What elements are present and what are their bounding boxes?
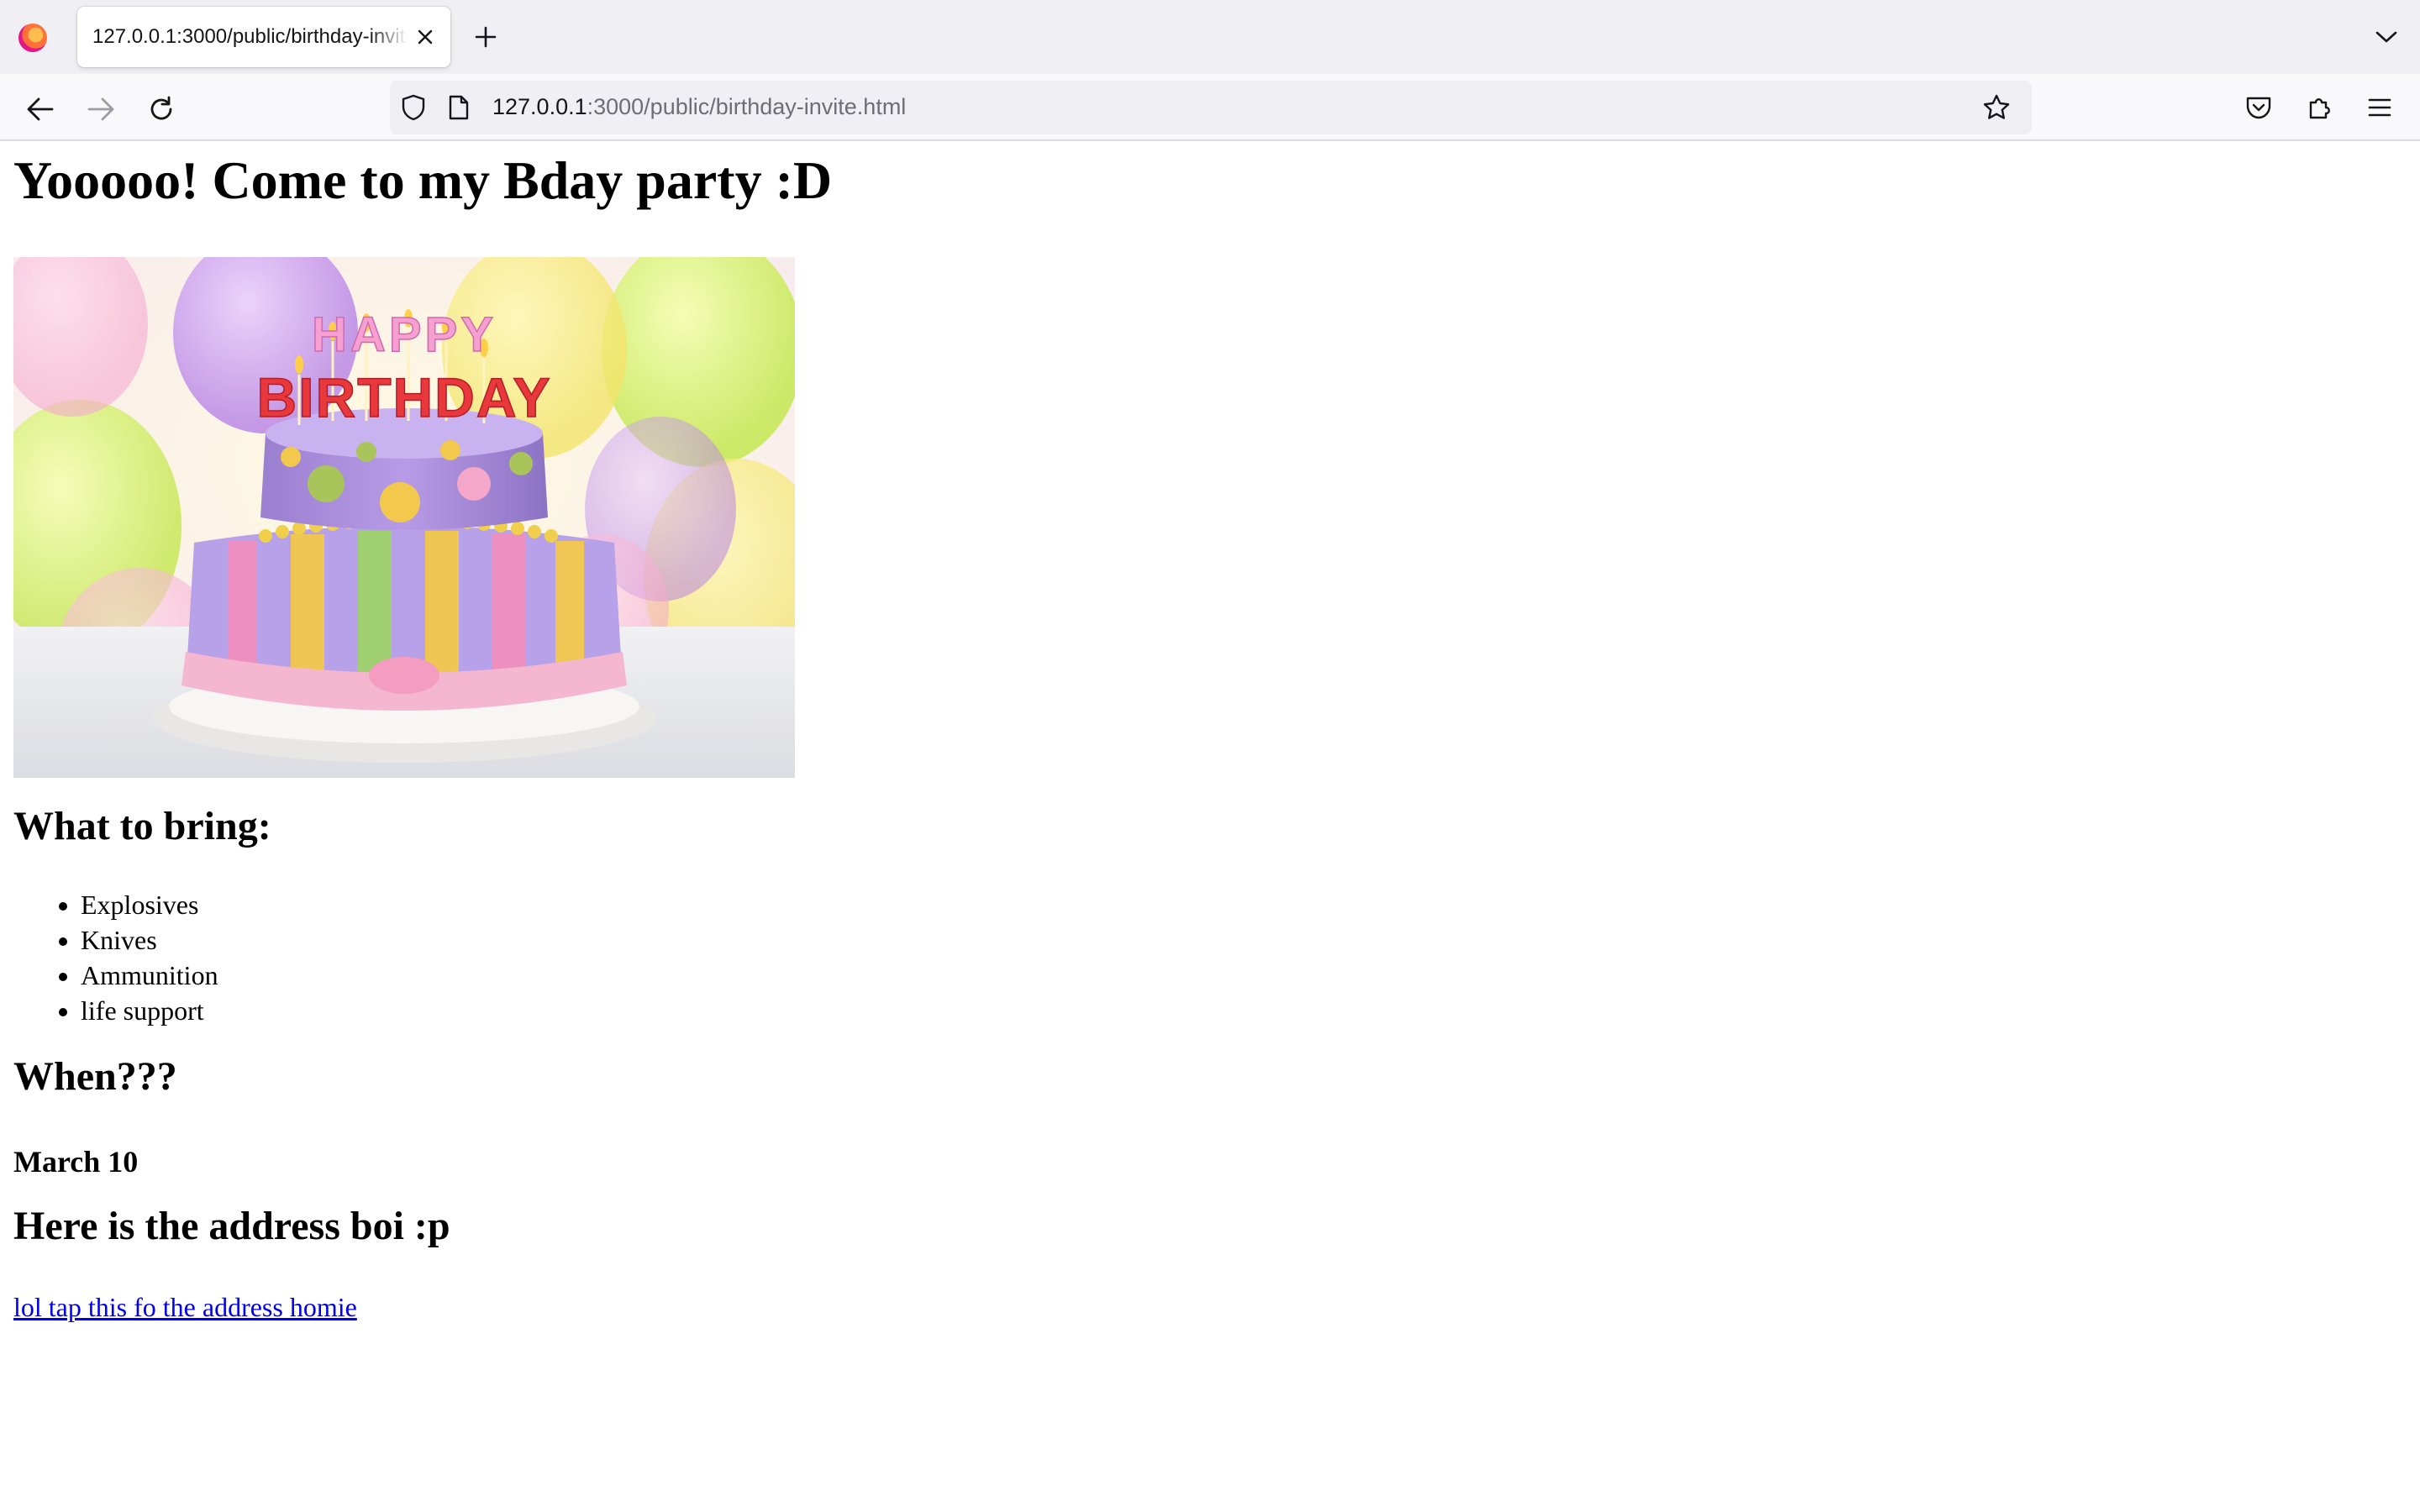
close-tab-icon[interactable] <box>410 22 440 52</box>
list-item: life support <box>81 993 218 1028</box>
reload-icon[interactable] <box>143 91 180 128</box>
tab-strip: 127.0.0.1:3000/public/birthday-invite.ht… <box>0 0 2420 74</box>
pocket-icon[interactable] <box>2240 89 2277 126</box>
new-tab-plus-icon[interactable] <box>471 22 501 52</box>
list-item: Ammunition <box>81 958 218 993</box>
shield-icon[interactable] <box>398 92 429 123</box>
page-icon[interactable] <box>444 92 474 123</box>
address-heading: Here is the address boi :p <box>13 1204 450 1248</box>
list-item: Explosives <box>81 887 218 922</box>
cake-text-happy: HAPPY <box>312 307 497 362</box>
bookmark-star-icon[interactable] <box>1981 92 2012 123</box>
bring-list: Explosives Knives Ammunition life suppor… <box>0 887 218 1028</box>
page-content: Yooooo! Come to my Bday party :D HAPPY B… <box>0 143 2420 1512</box>
firefox-logo-icon[interactable] <box>18 24 47 52</box>
url-bar[interactable]: 127.0.0.1:3000/public/birthday-invite.ht… <box>390 81 2032 134</box>
tab-list-chevron-down-icon[interactable] <box>2370 20 2403 54</box>
birthday-cake-image: HAPPY BIRTHDAY <box>13 257 795 778</box>
back-arrow-icon[interactable] <box>22 91 59 128</box>
address-link[interactable]: lol tap this fo the address homie <box>13 1292 357 1323</box>
extensions-icon[interactable] <box>2301 89 2338 126</box>
url-host: 127.0.0.1 <box>492 94 587 119</box>
when-heading: When??? <box>13 1054 177 1099</box>
navigation-toolbar: 127.0.0.1:3000/public/birthday-invite.ht… <box>0 74 2420 141</box>
forward-arrow-icon[interactable] <box>82 91 119 128</box>
party-date: March 10 <box>13 1145 139 1179</box>
tab-title: 127.0.0.1:3000/public/birthday-invite.ht… <box>92 25 408 48</box>
list-item: Knives <box>81 922 218 958</box>
page-title: Yooooo! Come to my Bday party :D <box>13 150 833 210</box>
bring-heading: What to bring: <box>13 804 271 848</box>
cake-text-birthday: BIRTHDAY <box>257 366 552 428</box>
active-tab[interactable]: 127.0.0.1:3000/public/birthday-invite.ht… <box>77 7 450 67</box>
url-path: :3000/public/birthday-invite.html <box>587 94 907 119</box>
url-text[interactable]: 127.0.0.1:3000/public/birthday-invite.ht… <box>492 94 906 120</box>
menu-icon[interactable] <box>2361 89 2398 126</box>
